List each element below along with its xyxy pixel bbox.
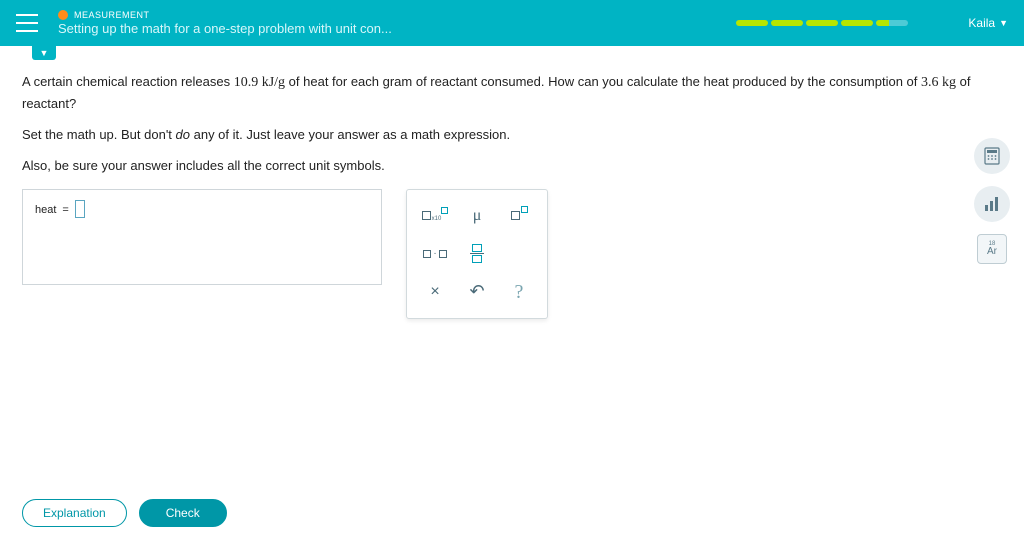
category-dot-icon [58,10,68,20]
equals-label: = [62,200,68,220]
menu-button[interactable] [16,14,38,32]
progress-bar [736,20,908,26]
page-title: Setting up the math for a one-step probl… [58,21,736,36]
multiply-button[interactable]: · [415,236,455,272]
user-menu[interactable]: Kaila ▼ [968,16,1008,30]
check-button[interactable]: Check [139,499,227,527]
caret-down-icon: ▼ [999,18,1008,28]
calculator-button[interactable] [974,138,1010,174]
math-toolbar: x10 μ · × ↶ ? [406,189,548,319]
answer-input[interactable] [75,200,85,218]
answer-box[interactable]: heat = [22,189,382,285]
mu-button[interactable]: μ [457,198,497,234]
chart-button[interactable] [974,186,1010,222]
clear-button[interactable]: × [415,274,455,310]
help-button[interactable]: ? [499,274,539,310]
answer-label: heat [35,200,56,220]
user-name: Kaila [968,16,995,30]
problem-text: A certain chemical reaction releases 10.… [22,72,1002,115]
periodic-table-button[interactable]: 18Ar [977,234,1007,264]
expand-tab[interactable]: ▼ [32,46,56,60]
header-title-block: MEASUREMENT Setting up the math for a on… [58,10,736,36]
category-label: MEASUREMENT [74,10,150,20]
undo-button[interactable]: ↶ [457,274,497,310]
explanation-button[interactable]: Explanation [22,499,127,527]
superscript-button[interactable] [499,198,539,234]
exponent-button[interactable]: x10 [415,198,455,234]
instruction-2: Also, be sure your answer includes all t… [22,156,1002,177]
instruction-1: Set the math up. But don't do any of it.… [22,125,1002,146]
fraction-button[interactable] [457,236,497,272]
